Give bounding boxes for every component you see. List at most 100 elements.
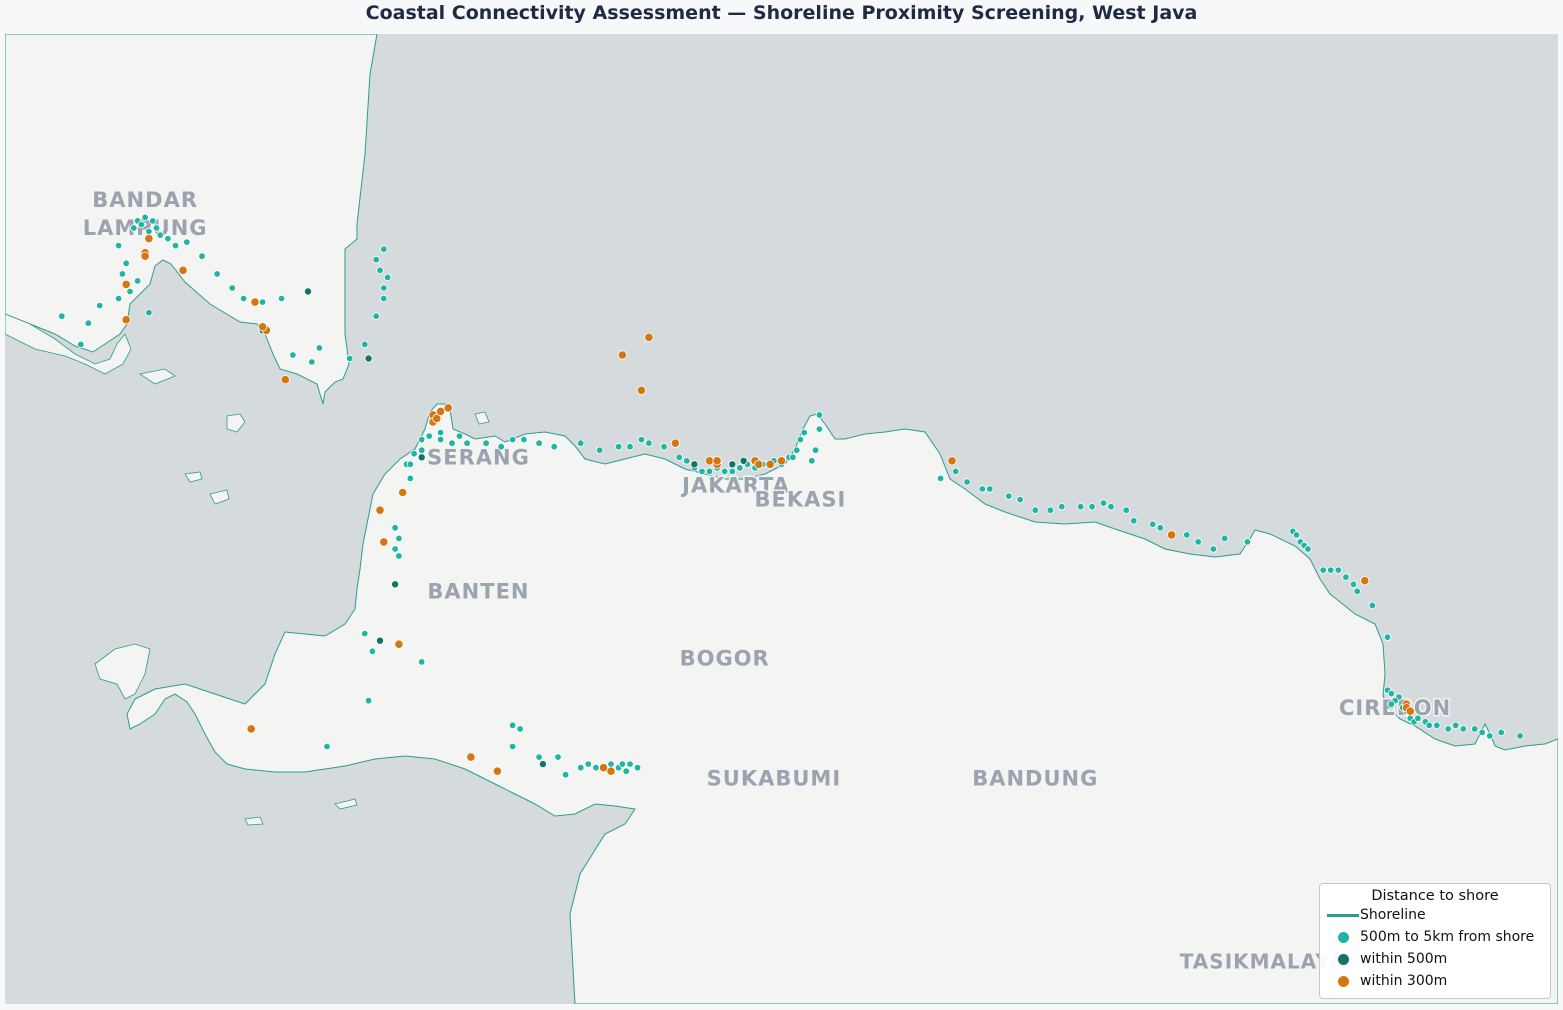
far-point [148,217,157,225]
far-point [1486,732,1494,740]
far-point [482,439,490,447]
far-point [1516,732,1524,740]
far-point [346,354,354,363]
far-point [133,277,142,285]
far-point [410,450,418,458]
near-point [728,460,737,469]
closest-point [704,456,715,466]
closest-point [178,265,188,275]
far-point [145,227,153,236]
closest-point [121,315,131,325]
far-point [84,319,92,327]
far-point [535,439,543,447]
far-point [793,446,801,454]
far-point [418,658,426,666]
far-point [1470,725,1479,733]
far-point [1433,721,1441,729]
closest-point [443,403,453,413]
far-point [986,485,994,493]
legend-item-far: 500m to 5km from shore [1320,926,1550,948]
closest-point [636,385,647,395]
closest-point [144,234,154,244]
far-point [137,220,146,229]
far-point [391,524,399,532]
far-point [114,241,123,250]
far-point [436,435,445,444]
far-point [141,213,149,222]
far-point [1304,545,1312,553]
closest-point [379,537,389,547]
far-point [164,234,172,243]
closest-dot-icon [1337,975,1349,987]
far-point [508,742,517,751]
far-point [618,760,627,768]
near-point [538,760,547,769]
far-point [1478,728,1486,737]
closest-point [394,639,404,649]
city-label: SUKABUMI [707,766,841,790]
far-point [376,266,384,274]
far-point [383,273,392,282]
far-point [1387,700,1395,708]
closest-point [754,459,764,469]
near-point [364,354,373,363]
far-point [436,428,445,437]
far-point [1005,492,1013,500]
far-point [1334,566,1342,574]
far-point [554,753,562,761]
far-point [380,284,388,292]
far-point [228,284,236,292]
far-point [171,241,180,250]
far-point [364,697,373,705]
far-point [406,460,414,468]
far-point [596,446,604,454]
far-point [1088,503,1096,511]
far-point [418,435,426,444]
far-point [550,443,558,451]
far-point [455,432,464,440]
far-point [1220,534,1229,543]
map-canvas[interactable]: BANDARLAMPUNGSERANGJAKARTABEKASIBANTENBO… [5,34,1558,1004]
far-point [122,259,130,267]
far-point [497,443,505,451]
far-point [1459,725,1467,733]
far-point [645,439,653,447]
closest-point [121,279,131,289]
closest-point [280,375,290,385]
far-point [800,428,808,437]
closest-point [606,766,616,776]
legend-title: Distance to shore [1371,888,1499,904]
far-point [1209,545,1217,553]
far-point [425,432,433,440]
closest-point [140,251,150,261]
far-point [1387,689,1395,698]
far-point [622,767,630,775]
far-point [372,312,380,320]
far-point [1349,580,1358,588]
far-point [508,435,517,444]
far-point [308,358,316,366]
legend-item-closest: within 300m [1320,970,1550,992]
closest-point [466,752,476,762]
far-point [705,467,714,476]
far-point [1130,517,1138,525]
far-point [448,439,456,447]
far-point [1292,531,1301,539]
near-point [375,636,384,645]
far-point [1122,506,1130,514]
far-point [1368,601,1377,610]
far-point [736,464,744,472]
near-dot-icon [1337,953,1349,965]
far-point [323,742,331,751]
far-point [126,287,134,296]
near-point [417,453,426,462]
far-point [395,534,403,543]
far-point [721,467,729,476]
far-point [372,255,380,264]
far-point [277,294,286,303]
far-point [380,245,388,253]
far-point [520,435,528,444]
far-point [1194,538,1202,546]
far-point [183,238,191,246]
far-point [789,453,797,461]
